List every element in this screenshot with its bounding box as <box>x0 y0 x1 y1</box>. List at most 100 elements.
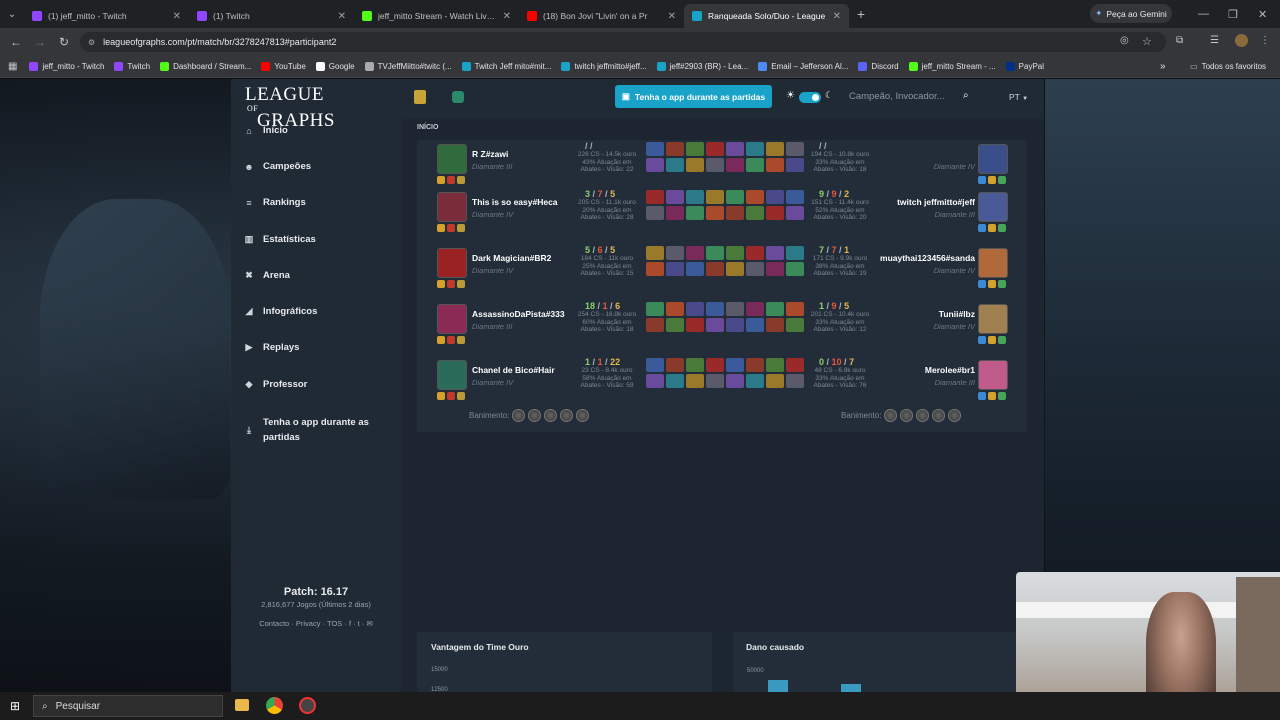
bookmark-item[interactable]: Email – Jefferson Al... <box>758 62 848 71</box>
item-icon[interactable] <box>666 158 684 172</box>
item-icon[interactable] <box>706 158 724 172</box>
search-input[interactable]: Campeão, Invocador... <box>849 91 945 102</box>
maximize-icon[interactable]: ❐ <box>1228 0 1238 28</box>
bookmark-item[interactable]: jeff_mitto Stream - ... <box>908 62 996 71</box>
item-icon[interactable] <box>726 374 744 388</box>
sidebar-item[interactable]: ☻ Campeões <box>244 161 311 172</box>
apps-icon[interactable]: ▦ <box>8 61 17 72</box>
item-icon[interactable] <box>666 302 684 316</box>
sidebar-item[interactable]: ◢ Infográficos <box>244 306 318 317</box>
site-info-icon[interactable]: ⚙ <box>88 38 95 47</box>
item-icon[interactable] <box>686 318 704 332</box>
item-icon[interactable] <box>746 262 764 276</box>
item-icon[interactable] <box>726 302 744 316</box>
champion-portrait[interactable] <box>437 248 467 278</box>
bookmark-item[interactable]: Discord <box>858 62 899 71</box>
item-icon[interactable] <box>646 190 664 204</box>
close-tab-icon[interactable]: ✕ <box>338 11 346 22</box>
all-bookmarks[interactable]: ▭ Todos os favoritos <box>1190 62 1266 71</box>
item-icon[interactable] <box>726 246 744 260</box>
item-icon[interactable] <box>726 262 744 276</box>
browser-tab[interactable]: (1) jeff_mitto - Twitch ✕ <box>24 4 189 28</box>
item-icon[interactable] <box>706 206 724 220</box>
item-icon[interactable] <box>646 302 664 316</box>
tab-search-icon[interactable]: ⌄ <box>0 0 24 28</box>
item-icon[interactable] <box>646 318 664 332</box>
item-icon[interactable] <box>786 206 804 220</box>
player-name-left[interactable]: Chanel de Bico#Hair <box>472 365 555 375</box>
item-icon[interactable] <box>706 318 724 332</box>
item-icon[interactable] <box>686 302 704 316</box>
champion-portrait[interactable] <box>978 360 1008 390</box>
item-icon[interactable] <box>746 206 764 220</box>
player-name-right[interactable]: Merolee#br1 <box>925 365 975 375</box>
player-name-right[interactable]: muaythai123456#sanda <box>880 253 975 263</box>
player-name-left[interactable]: AssassinoDaPista#333 <box>472 309 565 319</box>
sidebar-item[interactable]: ⌂ Início <box>244 125 288 136</box>
champion-portrait[interactable] <box>978 304 1008 334</box>
item-icon[interactable] <box>746 158 764 172</box>
mail-icon[interactable]: ✉ <box>367 619 373 628</box>
bookmark-item[interactable]: YouTube <box>261 62 306 71</box>
item-icon[interactable] <box>646 246 664 260</box>
item-icon[interactable] <box>666 190 684 204</box>
item-icon[interactable] <box>726 142 744 156</box>
item-icon[interactable] <box>686 246 704 260</box>
item-icon[interactable] <box>746 302 764 316</box>
champion-portrait[interactable] <box>978 192 1008 222</box>
bookmark-item[interactable]: Google <box>315 62 355 71</box>
close-tab-icon[interactable]: ✕ <box>503 11 511 22</box>
bookmark-item[interactable]: Twitch Jeff mito#mit... <box>461 62 551 71</box>
breadcrumb[interactable]: INÍCIO <box>417 124 438 131</box>
site-logo[interactable]: LEAGUE OF GRAPHS <box>245 85 335 130</box>
close-tab-icon[interactable]: ✕ <box>833 11 841 22</box>
player-name-right[interactable]: twitch jeffmitto#jeff <box>897 197 975 207</box>
bookmark-item[interactable]: TVJeffMiitto#twitc (... <box>364 62 452 71</box>
player-name-left[interactable]: R Z#zawi <box>472 149 508 159</box>
champion-portrait[interactable] <box>437 304 467 334</box>
item-icon[interactable] <box>786 374 804 388</box>
item-icon[interactable] <box>686 374 704 388</box>
item-icon[interactable] <box>706 374 724 388</box>
browser-tab[interactable]: (1) Twitch ✕ <box>189 4 354 28</box>
item-icon[interactable] <box>786 358 804 372</box>
item-icon[interactable] <box>786 318 804 332</box>
item-icon[interactable] <box>646 374 664 388</box>
item-icon[interactable] <box>686 158 704 172</box>
browser-tab[interactable]: Ranqueada Solo/Duo - League ✕ <box>684 4 849 28</box>
bookmark-item[interactable]: jeff_mitto - Twitch <box>29 62 104 71</box>
back-icon[interactable]: ← <box>4 35 28 49</box>
footer-links[interactable]: Contacto · Privacy · TOS · f · t · ✉ <box>231 619 401 628</box>
item-icon[interactable] <box>646 262 664 276</box>
champion-portrait[interactable] <box>978 144 1008 174</box>
item-icon[interactable] <box>766 374 784 388</box>
item-icon[interactable] <box>686 206 704 220</box>
item-icon[interactable] <box>766 318 784 332</box>
item-icon[interactable] <box>726 206 744 220</box>
item-icon[interactable] <box>746 358 764 372</box>
item-icon[interactable] <box>686 190 704 204</box>
gemini-button[interactable]: ✦ Peça ao Gemini <box>1090 4 1172 23</box>
item-icon[interactable] <box>766 142 784 156</box>
close-window-icon[interactable]: ✕ <box>1258 0 1267 28</box>
item-icon[interactable] <box>666 246 684 260</box>
browser-tab[interactable]: jeff_mitto Stream - Watch Live o ✕ <box>354 4 519 28</box>
item-icon[interactable] <box>746 374 764 388</box>
bookmark-item[interactable]: Twitch <box>114 62 150 71</box>
item-icon[interactable] <box>706 142 724 156</box>
item-icon[interactable] <box>666 206 684 220</box>
sidebar-item[interactable]: ◆ Professor <box>244 379 308 390</box>
champion-portrait[interactable] <box>978 248 1008 278</box>
item-icon[interactable] <box>786 302 804 316</box>
item-icon[interactable] <box>706 246 724 260</box>
taskbar-search[interactable]: ⌕ Pesquisar <box>33 695 223 717</box>
browser-tab[interactable]: (18) Bon Jovi "Livin' on a Pr ✕ <box>519 4 684 28</box>
item-icon[interactable] <box>646 158 664 172</box>
item-icon[interactable] <box>706 302 724 316</box>
item-icon[interactable] <box>746 246 764 260</box>
language-select[interactable]: PT ▼ <box>1009 92 1028 102</box>
minimize-icon[interactable]: — <box>1198 0 1209 28</box>
item-icon[interactable] <box>766 158 784 172</box>
champion-portrait[interactable] <box>437 192 467 222</box>
extensions-icon[interactable]: ⧉ <box>1176 35 1183 46</box>
